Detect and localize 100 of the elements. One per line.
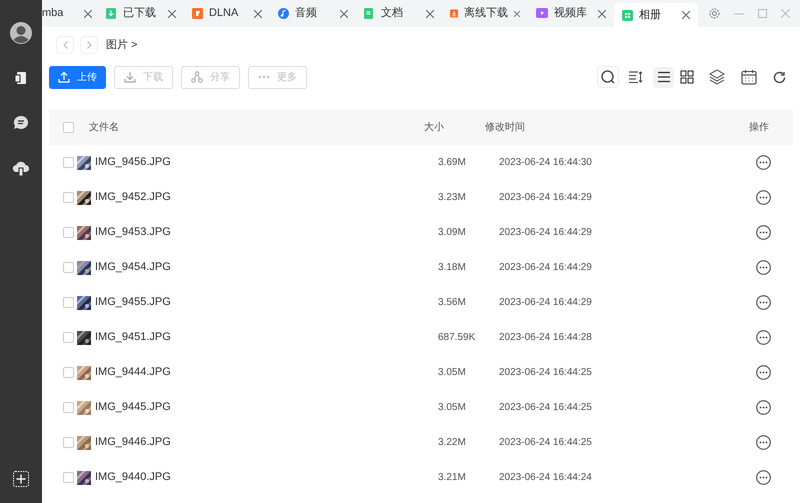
file-name: IMG_9440.JPG: [95, 470, 172, 486]
upload-icon: [58, 71, 70, 83]
avatar-icon[interactable]: [10, 22, 32, 44]
calendar-icon[interactable]: [741, 69, 757, 85]
select-all-checkbox[interactable]: [63, 122, 74, 133]
file-size: 3.05M: [438, 401, 467, 415]
download-icon: [124, 71, 136, 83]
modified-time: 2023-06-24 16:44:29: [499, 226, 593, 240]
file-name: IMG_9453.JPG: [95, 225, 172, 240]
more-icon[interactable]: [756, 365, 771, 380]
list-icon: [656, 70, 670, 84]
chat-icon[interactable]: [13, 115, 29, 130]
more-icon[interactable]: [756, 400, 771, 415]
table-row[interactable]: IMG_9451.JPG 687.59K 2023-06-24 16:44:28: [49, 320, 793, 355]
modified-time: 2023-06-24 16:44:25: [499, 401, 593, 415]
add-icon[interactable]: [13, 471, 29, 487]
more-icon[interactable]: [756, 470, 771, 485]
search-button[interactable]: [597, 66, 619, 88]
tab[interactable]: 文档: [356, 0, 442, 27]
tab[interactable]: mba: [42, 0, 98, 27]
table-row[interactable]: IMG_9454.JPG 3.18M 2023-06-24 16:44:29: [49, 250, 793, 285]
table-row[interactable]: IMG_9452.JPG 3.23M 2023-06-24 16:44:29: [49, 180, 793, 215]
file-name: IMG_9445.JPG: [95, 400, 172, 416]
column-header[interactable]: 修改时间: [485, 120, 749, 135]
tab[interactable]: 已下载: [98, 0, 184, 27]
column-header[interactable]: 大小: [424, 120, 485, 135]
file-size: 3.69M: [438, 156, 467, 170]
share-icon: [191, 71, 203, 83]
close-icon[interactable]: [84, 10, 92, 18]
refresh-icon[interactable]: [773, 70, 786, 84]
modified-time: 2023-06-24 16:44:24: [499, 471, 593, 485]
file-size: 3.56M: [438, 296, 467, 310]
table-row[interactable]: IMG_9453.JPG 3.09M 2023-06-24 16:44:29: [49, 215, 793, 250]
modified-time: 2023-06-24 16:44:29: [499, 191, 593, 205]
tab[interactable]: 相册: [614, 3, 698, 27]
file-name: IMG_9456.JPG: [95, 155, 172, 170]
more-icon[interactable]: [756, 295, 771, 310]
close-icon[interactable]: [168, 10, 176, 18]
modified-time: 2023-06-24 16:44:28: [499, 331, 593, 345]
chevron-left-icon: [62, 41, 68, 49]
tab[interactable]: DLNA: [184, 0, 270, 27]
column-header: 操作: [749, 121, 769, 135]
close-icon[interactable]: [340, 10, 348, 18]
more-icon[interactable]: [756, 260, 771, 275]
close-icon[interactable]: [426, 10, 434, 18]
more-icon[interactable]: [756, 155, 771, 170]
table-row[interactable]: IMG_9446.JPG 3.22M 2023-06-24 16:44:25: [49, 425, 793, 460]
file-name: IMG_9452.JPG: [95, 190, 172, 206]
file-size: 3.21M: [438, 471, 467, 485]
table-row[interactable]: IMG_9456.JPG 3.69M 2023-06-24 16:44:30: [49, 145, 793, 180]
row-checkbox[interactable]: [63, 437, 74, 448]
grid-icon: [680, 70, 694, 84]
row-checkbox[interactable]: [63, 157, 74, 168]
table-row[interactable]: IMG_9445.JPG 3.05M 2023-06-24 16:44:25: [49, 390, 793, 425]
more-icon[interactable]: [756, 190, 771, 205]
settings-icon[interactable]: [709, 8, 720, 19]
more-icon[interactable]: [756, 225, 771, 240]
upload-button[interactable]: 上传: [49, 66, 106, 88]
column-header[interactable]: 文件名: [89, 120, 424, 135]
table-row[interactable]: IMG_9440.JPG 3.21M 2023-06-24 16:44:24: [49, 460, 793, 495]
row-checkbox[interactable]: [63, 262, 74, 273]
file-name: IMG_9446.JPG: [95, 435, 172, 450]
file-size: 3.05M: [438, 366, 467, 380]
close-icon[interactable]: [254, 10, 262, 18]
close-icon[interactable]: [514, 10, 520, 18]
layers-icon[interactable]: [709, 69, 725, 85]
more-icon[interactable]: [756, 330, 771, 345]
table-row[interactable]: IMG_9444.JPG 3.05M 2023-06-24 16:44:25: [49, 355, 793, 390]
modified-time: 2023-06-24 16:44:29: [499, 296, 593, 310]
row-checkbox[interactable]: [63, 332, 74, 343]
tab[interactable]: 离线下载: [442, 0, 528, 27]
close-icon[interactable]: [598, 10, 606, 18]
row-checkbox[interactable]: [63, 402, 74, 413]
row-checkbox[interactable]: [63, 227, 74, 238]
modified-time: 2023-06-24 16:44:25: [499, 366, 593, 380]
tab[interactable]: 音频: [270, 0, 356, 27]
tab[interactable]: 视频库: [528, 0, 614, 27]
file-name: IMG_9451.JPG: [95, 330, 172, 346]
search-icon: [601, 70, 615, 84]
file-size: 3.18M: [438, 261, 467, 275]
file-size: 3.22M: [438, 436, 467, 450]
document-icon[interactable]: [15, 71, 27, 85]
table-row[interactable]: IMG_9455.JPG 3.56M 2023-06-24 16:44:29: [49, 285, 793, 320]
modified-time: 2023-06-24 16:44:29: [499, 261, 593, 275]
modified-time: 2023-06-24 16:44:25: [499, 436, 593, 450]
list-view-button[interactable]: [653, 66, 674, 88]
file-name: IMG_9454.JPG: [95, 260, 172, 276]
row-checkbox[interactable]: [63, 297, 74, 308]
more-icon[interactable]: [756, 435, 771, 450]
modified-time: 2023-06-24 16:44:30: [499, 156, 593, 170]
close-icon[interactable]: [682, 11, 690, 19]
row-checkbox[interactable]: [63, 192, 74, 203]
sort-icon[interactable]: [629, 71, 643, 83]
file-size: 3.23M: [438, 191, 467, 205]
file-size: 3.09M: [438, 226, 467, 240]
row-checkbox[interactable]: [63, 367, 74, 378]
breadcrumb[interactable]: 图片 >: [106, 36, 138, 54]
row-checkbox[interactable]: [63, 472, 74, 483]
cloud-icon[interactable]: [12, 160, 30, 176]
file-size: 687.59K: [438, 331, 476, 345]
